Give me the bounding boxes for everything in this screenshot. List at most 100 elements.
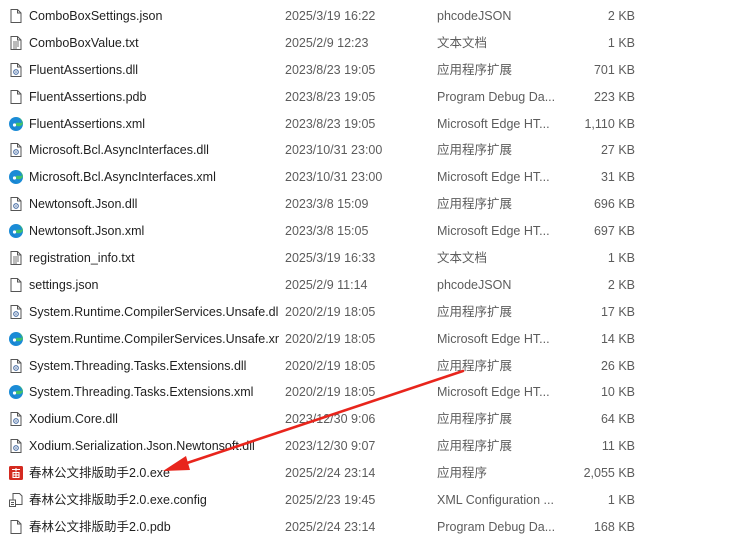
file-row[interactable]: registration_info.txt 2025/3/19 16:33 文本… xyxy=(0,245,736,272)
blank-file-icon xyxy=(8,89,24,105)
file-type: Program Debug Da... xyxy=(437,89,556,104)
file-row[interactable]: settings.json 2025/2/9 11:14 phcodeJSON … xyxy=(0,272,736,299)
file-type: Program Debug Da... xyxy=(437,519,556,534)
file-row[interactable]: ComboBoxValue.txt 2025/2/9 12:23 文本文档 1 … xyxy=(0,30,736,57)
file-type: Microsoft Edge HT... xyxy=(437,170,550,185)
file-row[interactable]: FluentAssertions.pdb 2023/8/23 19:05 Pro… xyxy=(0,84,736,111)
file-row[interactable]: FluentAssertions.dll 2023/8/23 19:05 应用程… xyxy=(0,57,736,84)
file-size: 1 KB xyxy=(607,251,635,266)
file-name: Newtonsoft.Json.dll xyxy=(29,197,138,212)
edge-icon xyxy=(8,223,24,239)
file-row[interactable]: Microsoft.Bcl.AsyncInterfaces.dll 2023/1… xyxy=(0,137,736,164)
file-size: 11 KB xyxy=(601,439,635,454)
file-row[interactable]: 春林公文排版助手2.0.exe.config 2025/2/23 19:45 X… xyxy=(0,487,736,514)
file-name: settings.json xyxy=(29,277,99,292)
file-size: 696 KB xyxy=(593,197,635,212)
file-size: 26 KB xyxy=(600,358,635,373)
file-name: System.Runtime.CompilerServices.Unsafe.x… xyxy=(29,331,279,346)
app-exe-icon xyxy=(8,465,24,481)
file-row[interactable]: System.Threading.Tasks.Extensions.dll 20… xyxy=(0,353,736,380)
file-type: phcodeJSON xyxy=(437,277,512,292)
file-name: 春林公文排版助手2.0.exe xyxy=(29,466,171,481)
file-type: 应用程序扩展 xyxy=(437,143,513,158)
file-name: 春林公文排版助手2.0.pdb xyxy=(29,519,171,534)
file-row[interactable]: Newtonsoft.Json.xml 2023/3/8 15:05 Micro… xyxy=(0,218,736,245)
file-name: Newtonsoft.Json.xml xyxy=(29,224,145,239)
file-date: 2025/2/9 12:23 xyxy=(285,35,369,50)
file-name: System.Threading.Tasks.Extensions.dll xyxy=(29,358,247,373)
file-name: System.Runtime.CompilerServices.Unsafe.d… xyxy=(29,304,279,319)
file-type: Microsoft Edge HT... xyxy=(437,331,550,346)
file-type: Microsoft Edge HT... xyxy=(437,116,550,131)
file-row[interactable]: Newtonsoft.Json.dll 2023/3/8 15:09 应用程序扩… xyxy=(0,191,736,218)
file-date: 2023/8/23 19:05 xyxy=(285,89,376,104)
file-size: 1 KB xyxy=(607,35,635,50)
file-name: FluentAssertions.xml xyxy=(29,116,146,131)
file-date: 2023/12/30 9:07 xyxy=(285,439,376,454)
file-date: 2020/2/19 18:05 xyxy=(285,304,376,319)
file-size: 2,055 KB xyxy=(583,466,635,481)
file-size: 1 KB xyxy=(607,493,635,508)
file-type: 应用程序扩展 xyxy=(437,304,513,319)
file-row-target-exe[interactable]: 春林公文排版助手2.0.exe 2025/2/24 23:14 应用程序 2,0… xyxy=(0,460,736,487)
file-type: XML Configuration ... xyxy=(437,493,554,508)
blank-file-icon xyxy=(8,277,24,293)
file-row[interactable]: Microsoft.Bcl.AsyncInterfaces.xml 2023/1… xyxy=(0,164,736,191)
dll-file-icon xyxy=(8,304,24,320)
file-name: System.Threading.Tasks.Extensions.xml xyxy=(29,385,254,400)
dll-file-icon xyxy=(8,196,24,212)
file-date: 2025/3/19 16:33 xyxy=(285,251,376,266)
file-date: 2023/12/30 9:06 xyxy=(285,412,376,427)
file-type: 应用程序 xyxy=(437,466,488,481)
file-row[interactable]: Xodium.Serialization.Json.Newtonsoft.dll… xyxy=(0,433,736,460)
dll-file-icon xyxy=(8,358,24,374)
file-name: ComboBoxSettings.json xyxy=(29,9,163,23)
file-type: 应用程序扩展 xyxy=(437,412,513,427)
file-size: 14 KB xyxy=(600,331,635,346)
file-date: 2020/2/19 18:05 xyxy=(285,331,376,346)
file-row[interactable]: FluentAssertions.xml 2023/8/23 19:05 Mic… xyxy=(0,111,736,138)
dll-file-icon xyxy=(8,411,24,427)
file-row[interactable]: System.Runtime.CompilerServices.Unsafe.d… xyxy=(0,299,736,326)
file-size: 27 KB xyxy=(600,143,635,158)
file-type: 文本文档 xyxy=(437,251,488,266)
file-date: 2023/8/23 19:05 xyxy=(285,62,376,77)
file-name: 春林公文排版助手2.0.exe.config xyxy=(29,493,207,508)
file-date: 2025/3/19 16:22 xyxy=(285,9,376,23)
edge-icon xyxy=(8,169,24,185)
file-name: ComboBoxValue.txt xyxy=(29,35,139,50)
file-name: FluentAssertions.pdb xyxy=(29,89,147,104)
edge-icon xyxy=(8,384,24,400)
file-size: 10 KB xyxy=(600,385,635,400)
file-type: 应用程序扩展 xyxy=(437,197,513,212)
file-row[interactable]: System.Threading.Tasks.Extensions.xml 20… xyxy=(0,379,736,406)
dll-file-icon xyxy=(8,438,24,454)
file-size: 31 KB xyxy=(600,170,635,185)
dll-file-icon xyxy=(8,62,24,78)
file-size: 64 KB xyxy=(600,412,635,427)
file-type: 应用程序扩展 xyxy=(437,62,513,77)
file-size: 701 KB xyxy=(593,62,635,77)
file-row[interactable]: 春林公文排版助手2.0.pdb 2025/2/24 23:14 Program … xyxy=(0,514,736,541)
file-row[interactable]: Xodium.Core.dll 2023/12/30 9:06 应用程序扩展 6… xyxy=(0,406,736,433)
file-date: 2025/2/24 23:14 xyxy=(285,466,376,481)
file-name: registration_info.txt xyxy=(29,251,135,266)
edge-icon xyxy=(8,116,24,132)
file-size: 1,110 KB xyxy=(584,116,635,131)
file-type: phcodeJSON xyxy=(437,9,512,23)
file-date: 2020/2/19 18:05 xyxy=(285,358,376,373)
file-date: 2025/2/23 19:45 xyxy=(285,493,376,508)
file-type: 应用程序扩展 xyxy=(437,358,513,373)
file-name: Xodium.Serialization.Json.Newtonsoft.dll xyxy=(29,439,255,454)
file-name: FluentAssertions.dll xyxy=(29,62,139,77)
file-type: Microsoft Edge HT... xyxy=(437,224,550,239)
file-date: 2023/10/31 23:00 xyxy=(285,170,383,185)
file-size: 697 KB xyxy=(593,224,635,239)
file-size: 168 KB xyxy=(593,519,635,534)
file-row[interactable]: System.Runtime.CompilerServices.Unsafe.x… xyxy=(0,326,736,353)
edge-icon xyxy=(8,331,24,347)
file-size: 17 KB xyxy=(600,304,635,319)
dll-file-icon xyxy=(8,142,24,158)
file-row[interactable]: ComboBoxSettings.json 2025/3/19 16:22 ph… xyxy=(0,3,736,30)
file-date: 2025/2/24 23:14 xyxy=(285,519,376,534)
